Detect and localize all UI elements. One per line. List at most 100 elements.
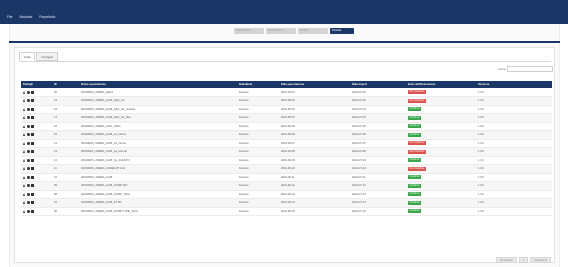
settings-icon[interactable] (26, 184, 30, 188)
table-row[interactable]: 06 20190625_LINKED_ptolt5_COMP-TYPE_Tipo4… (21, 207, 552, 216)
entity-cell: Fusione (237, 164, 279, 174)
upload-icon[interactable] (23, 175, 25, 179)
page-number-button[interactable]: 1 (518, 257, 529, 263)
id-cell: 12 (52, 156, 79, 165)
settings-icon[interactable] (26, 158, 30, 162)
nav-item-modules[interactable]: Modules (19, 15, 32, 19)
document-icon[interactable] (31, 184, 34, 188)
table-row[interactable]: 14 20190625_LINKED_ptolt5_tys_Nome Fusione… (21, 139, 552, 148)
upload-icon[interactable] (23, 167, 25, 171)
status-cell: Non Conforme (406, 139, 476, 148)
upload-icon[interactable] (23, 141, 25, 145)
name-cell: 20190625_LINKED_ptolt5_PT-FR (79, 198, 237, 208)
filter-input[interactable] (507, 66, 554, 72)
table-row[interactable]: 08 20190625_LINKED_ptolt5_COMP_Tipo4 Fusio… (21, 190, 552, 199)
document-icon[interactable] (31, 201, 34, 205)
prev-page-button[interactable]: Precedente (496, 257, 517, 263)
column-header[interactable]: ID (52, 81, 79, 88)
settings-icon[interactable] (26, 175, 30, 179)
column-header[interactable]: Dettagli (21, 81, 52, 88)
document-icon[interactable] (31, 90, 34, 94)
status-badge: Conforme (408, 124, 422, 129)
document-icon[interactable] (31, 133, 34, 137)
upload-icon[interactable] (23, 184, 25, 188)
table-row[interactable]: 17 20190625_LINKED_ptolt9_Q&A_rev_files Fu… (21, 113, 552, 123)
settings-icon[interactable] (26, 124, 30, 128)
upload-icon[interactable] (23, 99, 25, 103)
tab-details[interactable]: Dettaglio (36, 52, 59, 61)
document-icon[interactable] (31, 107, 34, 111)
upload-icon[interactable] (23, 133, 25, 137)
settings-icon[interactable] (26, 201, 30, 205)
document-icon[interactable] (31, 116, 34, 120)
entity-cell: Fusione (237, 113, 279, 123)
upload-icon[interactable] (23, 209, 25, 213)
document-icon[interactable] (31, 124, 34, 128)
settings-icon[interactable] (26, 99, 30, 103)
settings-icon[interactable] (26, 141, 30, 145)
status-cell: Conforme (406, 156, 476, 165)
table-row[interactable]: 19 20190625_LINKED_ptolt9_Q&A_rev Fusione 2… (21, 96, 552, 106)
import-date-cell: 2024-07-02 (350, 96, 406, 106)
document-icon[interactable] (31, 150, 34, 154)
column-header[interactable]: Esito dell'Esecuzione (406, 81, 476, 88)
upload-icon[interactable] (23, 158, 25, 162)
progress-step[interactable]: Risultati (330, 28, 354, 34)
table-row[interactable]: 11 20190625_LINKED_LINKED-PT-Full Fusione 2… (21, 164, 552, 174)
export-date-cell: 2019-06-02 (279, 96, 350, 106)
table-row[interactable]: 16 20190625_LINKED_ptolt7_Video Fusione 201… (21, 122, 552, 131)
document-icon[interactable] (31, 158, 34, 162)
nav-item-reports[interactable]: Reportistic (39, 15, 55, 19)
upload-icon[interactable] (23, 124, 25, 128)
settings-icon[interactable] (26, 150, 30, 154)
status-badge: Conforme (408, 183, 422, 188)
column-header[interactable]: Nome esportazione (79, 81, 237, 88)
upload-icon[interactable] (23, 192, 25, 196)
progress-step[interactable]: Verifica (298, 28, 328, 34)
document-icon[interactable] (31, 192, 34, 196)
progress-step[interactable]: Importazione (234, 28, 264, 34)
table-row[interactable]: 10 20190625_LINKED_ptolt5 Fusione 2019-06-1… (21, 173, 552, 182)
settings-icon[interactable] (26, 133, 30, 137)
column-header[interactable]: Versione (476, 81, 552, 88)
upload-icon[interactable] (23, 201, 25, 205)
column-header[interactable]: Data esportazione (279, 81, 350, 88)
table-row[interactable]: 07 20190625_LINKED_ptolt5_PT-FR Fusione 201… (21, 198, 552, 208)
version-cell: 1.0.0 (476, 96, 552, 106)
document-icon[interactable] (31, 209, 34, 213)
settings-icon[interactable] (26, 107, 30, 111)
upload-icon[interactable] (23, 90, 25, 94)
import-date-cell: 2024-07-04 (350, 113, 406, 123)
document-icon[interactable] (31, 141, 34, 145)
entity-cell: Fusione (237, 181, 279, 191)
next-page-button[interactable]: Successivo (530, 257, 551, 263)
column-header[interactable]: Stato/Ente (237, 81, 279, 88)
document-icon[interactable] (31, 167, 34, 171)
settings-icon[interactable] (26, 209, 30, 213)
upload-icon[interactable] (23, 150, 25, 154)
entity-cell: Fusione (237, 147, 279, 157)
table-row[interactable]: 12 20190625_LINKED_ptolt5_tys_2124LTO Fusi… (21, 156, 552, 165)
upload-icon[interactable] (23, 116, 25, 120)
tab-list[interactable]: Lista (19, 52, 36, 61)
progress-step[interactable]: Elaborazione (266, 28, 296, 34)
settings-icon[interactable] (26, 90, 30, 94)
settings-icon[interactable] (26, 116, 30, 120)
document-icon[interactable] (31, 175, 34, 179)
nav-item-file[interactable]: File (7, 15, 12, 19)
table-row[interactable]: 20 20190625_LINKED_Q&A4 Fusione 2019-06-01 2… (21, 88, 552, 97)
table-row[interactable]: 13 20190625_LINKED_ptolt5_tys_test-all Fus… (21, 147, 552, 157)
table-row[interactable]: 18 20190625_LINKED_ptolt9_Q&A_rev_reviews… (21, 105, 552, 114)
actions-cell (21, 96, 52, 106)
entity-cell: Fusione (237, 130, 279, 140)
status-badge: Non Conforme (408, 98, 426, 103)
status-cell: Conforme (406, 190, 476, 199)
upload-icon[interactable] (23, 107, 25, 111)
column-header[interactable]: Data import (350, 81, 406, 88)
name-cell: 20190625_LINKED_Q&A4 (79, 88, 237, 97)
settings-icon[interactable] (26, 192, 30, 196)
table-row[interactable]: 09 20190625_LINKED_ptolt5_COMP-4N7 Fusione… (21, 181, 552, 191)
table-row[interactable]: 15 20190625_LINKED_ptolt6_nw_Nome Fusione 2… (21, 130, 552, 140)
settings-icon[interactable] (26, 167, 30, 171)
document-icon[interactable] (31, 99, 34, 103)
